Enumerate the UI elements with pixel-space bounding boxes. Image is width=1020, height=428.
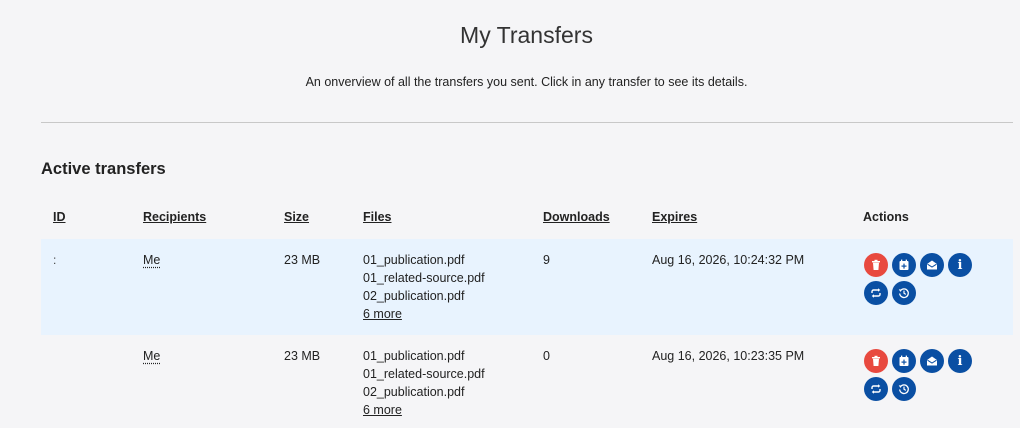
table-header: ID Recipients Size Files Downloads Expir… xyxy=(0,210,1020,228)
files-list: 01_publication.pdf 01_related-source.pdf… xyxy=(363,347,485,419)
resend-email-button[interactable] xyxy=(920,349,944,373)
table-row[interactable]: Me 23 MB 01_publication.pdf 01_related-s… xyxy=(41,335,1013,428)
calendar-add-icon xyxy=(899,355,909,366)
history-button[interactable] xyxy=(892,281,916,305)
more-files-link[interactable]: 6 more xyxy=(363,401,485,419)
column-header-files[interactable]: Files xyxy=(363,210,392,224)
more-files-link[interactable]: 6 more xyxy=(363,305,485,323)
trash-icon xyxy=(872,355,880,366)
extend-expiry-button[interactable] xyxy=(892,253,916,277)
repeat-icon xyxy=(871,288,881,298)
transfer-size: 23 MB xyxy=(284,253,321,267)
section-title: Active transfers xyxy=(41,160,166,178)
column-header-id[interactable]: ID xyxy=(53,210,66,224)
envelope-open-icon xyxy=(927,356,937,366)
repeat-transfer-button[interactable] xyxy=(864,281,888,305)
table-row[interactable]: : Me 23 MB 01_publication.pdf 01_related… xyxy=(41,239,1013,335)
page-subtitle: An onverview of all the transfers you se… xyxy=(305,75,748,89)
downloads-count: 9 xyxy=(543,253,550,267)
calendar-add-icon xyxy=(899,259,909,270)
repeat-icon xyxy=(871,384,881,394)
transfer-id: : xyxy=(53,253,57,267)
file-name: 02_publication.pdf xyxy=(363,385,465,399)
delete-button[interactable] xyxy=(864,349,888,373)
files-list: 01_publication.pdf 01_related-source.pdf… xyxy=(363,251,485,323)
delete-button[interactable] xyxy=(864,253,888,277)
downloads-count: 0 xyxy=(543,349,550,363)
column-header-recipients[interactable]: Recipients xyxy=(143,210,206,224)
recipient-link[interactable]: Me xyxy=(143,347,160,365)
history-icon xyxy=(898,288,909,299)
file-name: 01_related-source.pdf xyxy=(363,367,485,381)
info-icon: i xyxy=(957,257,963,273)
extend-expiry-button[interactable] xyxy=(892,349,916,373)
file-name: 02_publication.pdf xyxy=(363,289,465,303)
file-name: 01_publication.pdf xyxy=(363,349,465,363)
column-header-expires[interactable]: Expires xyxy=(652,210,697,224)
trash-icon xyxy=(872,259,880,270)
column-header-downloads[interactable]: Downloads xyxy=(543,210,610,224)
info-button[interactable]: i xyxy=(948,253,972,277)
info-icon: i xyxy=(957,353,963,369)
column-header-size[interactable]: Size xyxy=(284,210,309,224)
history-button[interactable] xyxy=(892,377,916,401)
file-name: 01_related-source.pdf xyxy=(363,271,485,285)
resend-email-button[interactable] xyxy=(920,253,944,277)
envelope-open-icon xyxy=(927,260,937,270)
info-button[interactable]: i xyxy=(948,349,972,373)
column-header-actions: Actions xyxy=(863,210,909,224)
page-title: My Transfers xyxy=(460,22,593,48)
expires-date: Aug 16, 2026, 10:23:35 PM xyxy=(652,349,805,363)
recipient-link[interactable]: Me xyxy=(143,251,160,269)
file-name: 01_publication.pdf xyxy=(363,253,465,267)
expires-date: Aug 16, 2026, 10:24:32 PM xyxy=(652,253,805,267)
transfer-size: 23 MB xyxy=(284,349,321,363)
repeat-transfer-button[interactable] xyxy=(864,377,888,401)
divider xyxy=(41,122,1013,123)
history-icon xyxy=(898,384,909,395)
